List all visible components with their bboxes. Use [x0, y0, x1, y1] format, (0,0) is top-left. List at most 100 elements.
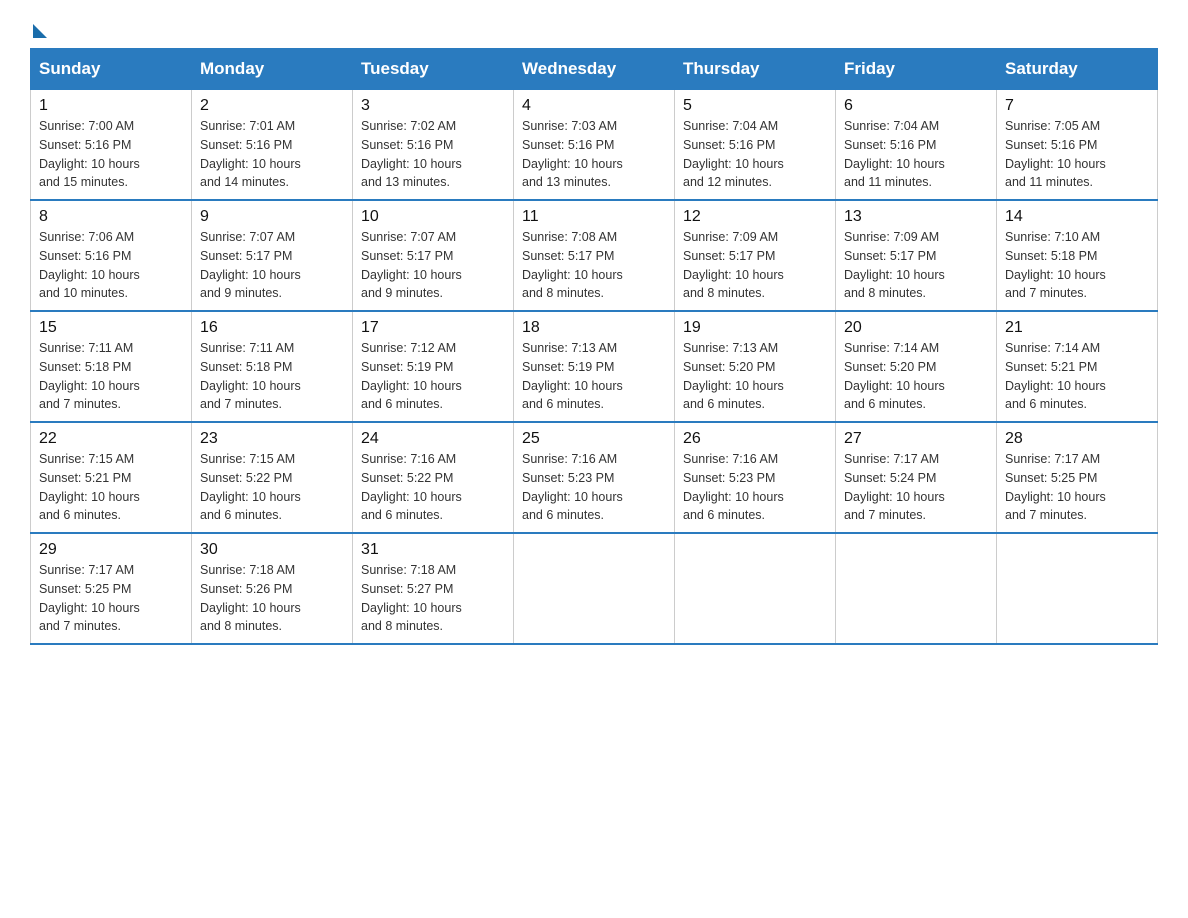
calendar-cell: 27 Sunrise: 7:17 AMSunset: 5:24 PMDaylig…: [836, 422, 997, 533]
calendar-cell: 3 Sunrise: 7:02 AMSunset: 5:16 PMDayligh…: [353, 90, 514, 201]
day-info: Sunrise: 7:15 AMSunset: 5:22 PMDaylight:…: [200, 452, 301, 522]
day-info: Sunrise: 7:13 AMSunset: 5:20 PMDaylight:…: [683, 341, 784, 411]
day-info: Sunrise: 7:09 AMSunset: 5:17 PMDaylight:…: [683, 230, 784, 300]
day-number: 6: [844, 97, 988, 115]
calendar-cell: 2 Sunrise: 7:01 AMSunset: 5:16 PMDayligh…: [192, 90, 353, 201]
calendar-cell: 7 Sunrise: 7:05 AMSunset: 5:16 PMDayligh…: [997, 90, 1158, 201]
day-info: Sunrise: 7:04 AMSunset: 5:16 PMDaylight:…: [683, 119, 784, 189]
calendar-cell: 15 Sunrise: 7:11 AMSunset: 5:18 PMDaylig…: [31, 311, 192, 422]
calendar-week-4: 22 Sunrise: 7:15 AMSunset: 5:21 PMDaylig…: [31, 422, 1158, 533]
day-number: 15: [39, 319, 183, 337]
calendar-cell: 17 Sunrise: 7:12 AMSunset: 5:19 PMDaylig…: [353, 311, 514, 422]
day-info: Sunrise: 7:14 AMSunset: 5:21 PMDaylight:…: [1005, 341, 1106, 411]
day-number: 27: [844, 430, 988, 448]
day-info: Sunrise: 7:02 AMSunset: 5:16 PMDaylight:…: [361, 119, 462, 189]
calendar-cell: 28 Sunrise: 7:17 AMSunset: 5:25 PMDaylig…: [997, 422, 1158, 533]
calendar-table: SundayMondayTuesdayWednesdayThursdayFrid…: [30, 48, 1158, 645]
day-info: Sunrise: 7:10 AMSunset: 5:18 PMDaylight:…: [1005, 230, 1106, 300]
day-number: 23: [200, 430, 344, 448]
day-number: 5: [683, 97, 827, 115]
calendar-cell: 16 Sunrise: 7:11 AMSunset: 5:18 PMDaylig…: [192, 311, 353, 422]
logo-triangle-icon: [33, 24, 47, 38]
calendar-cell: 12 Sunrise: 7:09 AMSunset: 5:17 PMDaylig…: [675, 200, 836, 311]
calendar-cell: 20 Sunrise: 7:14 AMSunset: 5:20 PMDaylig…: [836, 311, 997, 422]
calendar-cell: 31 Sunrise: 7:18 AMSunset: 5:27 PMDaylig…: [353, 533, 514, 644]
calendar-week-3: 15 Sunrise: 7:11 AMSunset: 5:18 PMDaylig…: [31, 311, 1158, 422]
day-number: 30: [200, 541, 344, 559]
calendar-cell: 23 Sunrise: 7:15 AMSunset: 5:22 PMDaylig…: [192, 422, 353, 533]
calendar-cell: [997, 533, 1158, 644]
calendar-cell: 4 Sunrise: 7:03 AMSunset: 5:16 PMDayligh…: [514, 90, 675, 201]
calendar-cell: 6 Sunrise: 7:04 AMSunset: 5:16 PMDayligh…: [836, 90, 997, 201]
day-info: Sunrise: 7:17 AMSunset: 5:24 PMDaylight:…: [844, 452, 945, 522]
day-info: Sunrise: 7:07 AMSunset: 5:17 PMDaylight:…: [361, 230, 462, 300]
day-info: Sunrise: 7:11 AMSunset: 5:18 PMDaylight:…: [39, 341, 140, 411]
calendar-cell: 30 Sunrise: 7:18 AMSunset: 5:26 PMDaylig…: [192, 533, 353, 644]
day-number: 19: [683, 319, 827, 337]
weekday-header-sunday: Sunday: [31, 49, 192, 90]
day-number: 18: [522, 319, 666, 337]
day-info: Sunrise: 7:05 AMSunset: 5:16 PMDaylight:…: [1005, 119, 1106, 189]
day-info: Sunrise: 7:03 AMSunset: 5:16 PMDaylight:…: [522, 119, 623, 189]
day-number: 22: [39, 430, 183, 448]
day-number: 21: [1005, 319, 1149, 337]
day-number: 7: [1005, 97, 1149, 115]
day-info: Sunrise: 7:17 AMSunset: 5:25 PMDaylight:…: [39, 563, 140, 633]
day-info: Sunrise: 7:18 AMSunset: 5:26 PMDaylight:…: [200, 563, 301, 633]
calendar-cell: 14 Sunrise: 7:10 AMSunset: 5:18 PMDaylig…: [997, 200, 1158, 311]
day-number: 13: [844, 208, 988, 226]
day-number: 17: [361, 319, 505, 337]
day-number: 20: [844, 319, 988, 337]
day-info: Sunrise: 7:08 AMSunset: 5:17 PMDaylight:…: [522, 230, 623, 300]
calendar-cell: 9 Sunrise: 7:07 AMSunset: 5:17 PMDayligh…: [192, 200, 353, 311]
calendar-week-5: 29 Sunrise: 7:17 AMSunset: 5:25 PMDaylig…: [31, 533, 1158, 644]
calendar-cell: 8 Sunrise: 7:06 AMSunset: 5:16 PMDayligh…: [31, 200, 192, 311]
day-number: 16: [200, 319, 344, 337]
logo: [30, 20, 49, 30]
calendar-cell: 11 Sunrise: 7:08 AMSunset: 5:17 PMDaylig…: [514, 200, 675, 311]
day-number: 8: [39, 208, 183, 226]
calendar-cell: [836, 533, 997, 644]
page-header: [30, 20, 1158, 30]
day-info: Sunrise: 7:07 AMSunset: 5:17 PMDaylight:…: [200, 230, 301, 300]
calendar-week-1: 1 Sunrise: 7:00 AMSunset: 5:16 PMDayligh…: [31, 90, 1158, 201]
day-number: 10: [361, 208, 505, 226]
calendar-cell: 18 Sunrise: 7:13 AMSunset: 5:19 PMDaylig…: [514, 311, 675, 422]
calendar-cell: 29 Sunrise: 7:17 AMSunset: 5:25 PMDaylig…: [31, 533, 192, 644]
day-number: 26: [683, 430, 827, 448]
day-number: 11: [522, 208, 666, 226]
day-number: 14: [1005, 208, 1149, 226]
day-number: 31: [361, 541, 505, 559]
weekday-header-monday: Monday: [192, 49, 353, 90]
calendar-cell: 26 Sunrise: 7:16 AMSunset: 5:23 PMDaylig…: [675, 422, 836, 533]
day-number: 4: [522, 97, 666, 115]
day-info: Sunrise: 7:12 AMSunset: 5:19 PMDaylight:…: [361, 341, 462, 411]
day-info: Sunrise: 7:09 AMSunset: 5:17 PMDaylight:…: [844, 230, 945, 300]
day-info: Sunrise: 7:01 AMSunset: 5:16 PMDaylight:…: [200, 119, 301, 189]
day-info: Sunrise: 7:14 AMSunset: 5:20 PMDaylight:…: [844, 341, 945, 411]
calendar-cell: 5 Sunrise: 7:04 AMSunset: 5:16 PMDayligh…: [675, 90, 836, 201]
day-number: 25: [522, 430, 666, 448]
calendar-cell: 1 Sunrise: 7:00 AMSunset: 5:16 PMDayligh…: [31, 90, 192, 201]
day-number: 3: [361, 97, 505, 115]
calendar-cell: 13 Sunrise: 7:09 AMSunset: 5:17 PMDaylig…: [836, 200, 997, 311]
day-info: Sunrise: 7:16 AMSunset: 5:23 PMDaylight:…: [522, 452, 623, 522]
weekday-header-wednesday: Wednesday: [514, 49, 675, 90]
weekday-header-tuesday: Tuesday: [353, 49, 514, 90]
day-info: Sunrise: 7:16 AMSunset: 5:23 PMDaylight:…: [683, 452, 784, 522]
calendar-cell: [514, 533, 675, 644]
calendar-cell: 21 Sunrise: 7:14 AMSunset: 5:21 PMDaylig…: [997, 311, 1158, 422]
day-number: 24: [361, 430, 505, 448]
weekday-header-thursday: Thursday: [675, 49, 836, 90]
day-info: Sunrise: 7:00 AMSunset: 5:16 PMDaylight:…: [39, 119, 140, 189]
calendar-cell: 24 Sunrise: 7:16 AMSunset: 5:22 PMDaylig…: [353, 422, 514, 533]
day-info: Sunrise: 7:06 AMSunset: 5:16 PMDaylight:…: [39, 230, 140, 300]
day-info: Sunrise: 7:04 AMSunset: 5:16 PMDaylight:…: [844, 119, 945, 189]
weekday-header-saturday: Saturday: [997, 49, 1158, 90]
calendar-cell: 25 Sunrise: 7:16 AMSunset: 5:23 PMDaylig…: [514, 422, 675, 533]
weekday-header-friday: Friday: [836, 49, 997, 90]
day-info: Sunrise: 7:15 AMSunset: 5:21 PMDaylight:…: [39, 452, 140, 522]
calendar-cell: 22 Sunrise: 7:15 AMSunset: 5:21 PMDaylig…: [31, 422, 192, 533]
calendar-cell: [675, 533, 836, 644]
calendar-cell: 19 Sunrise: 7:13 AMSunset: 5:20 PMDaylig…: [675, 311, 836, 422]
